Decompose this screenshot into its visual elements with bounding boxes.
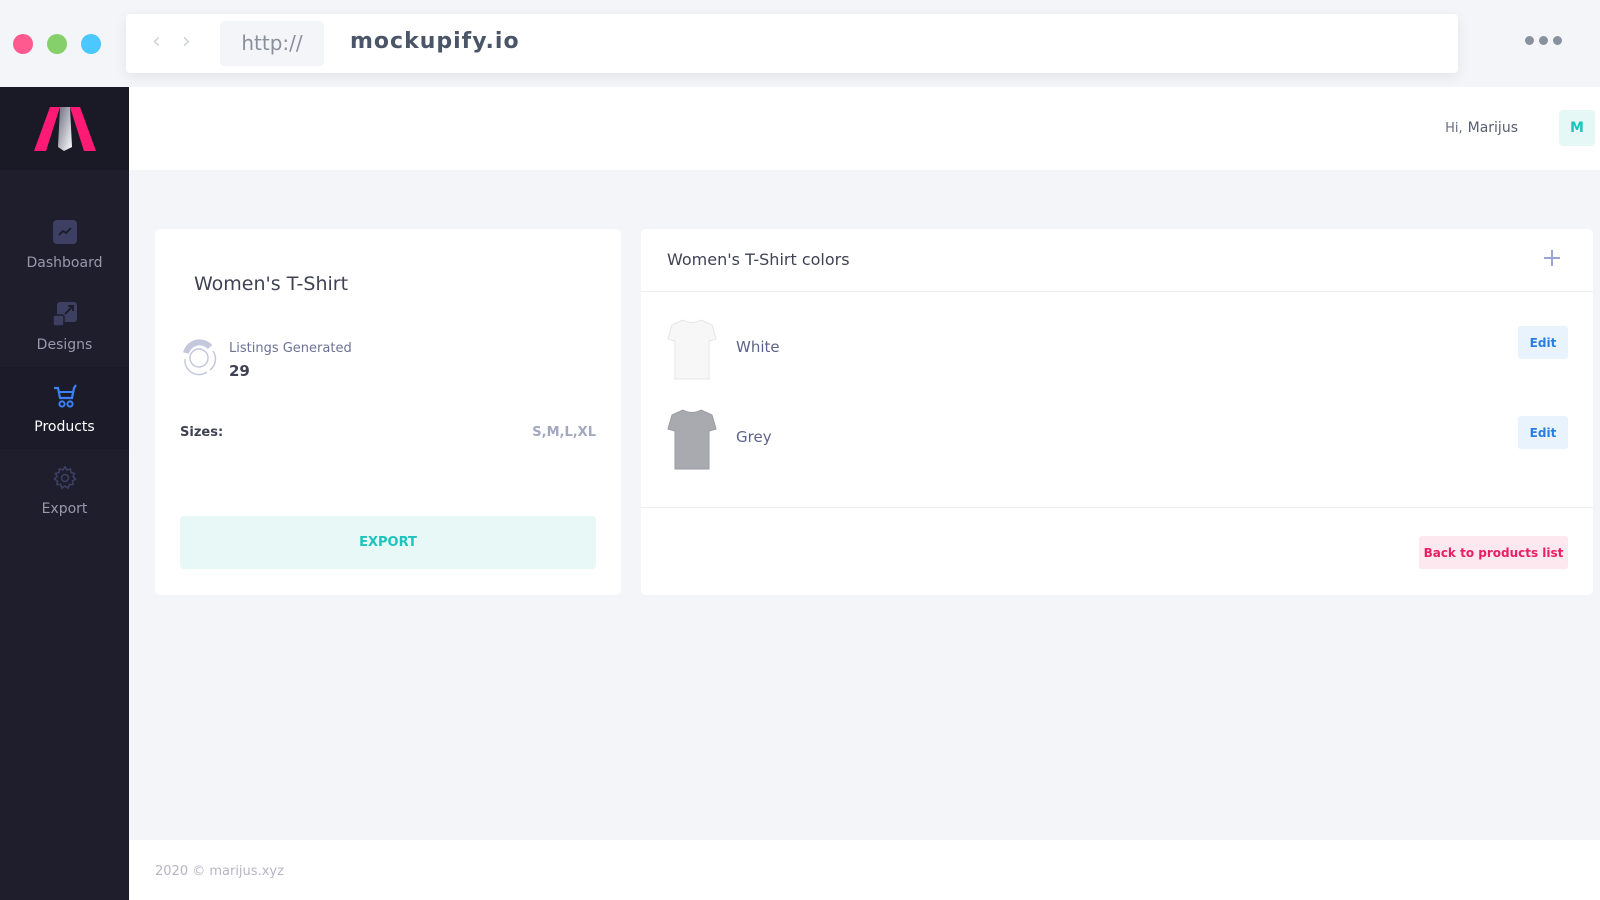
- listings-generated-label: Listings Generated: [229, 341, 352, 356]
- sizes-value: S,M,L,XL: [532, 425, 596, 440]
- sidebar-item-export[interactable]: Export: [0, 449, 129, 531]
- url-domain[interactable]: mockupify.io: [350, 14, 520, 73]
- top-header: Hi, Marijus M: [129, 87, 1600, 170]
- window-close-dot[interactable]: [13, 34, 33, 54]
- colors-card-header: Women's T-Shirt colors: [641, 229, 1593, 292]
- sizes-label: Sizes:: [180, 425, 224, 440]
- url-protocol: http://: [220, 21, 324, 66]
- white-tshirt-image: [666, 317, 718, 385]
- color-name: Grey: [736, 428, 772, 446]
- user-name: Marijus: [1467, 120, 1518, 136]
- sidebar-item-label: Export: [41, 501, 88, 517]
- export-button[interactable]: EXPORT: [180, 516, 596, 569]
- product-summary-card: Women's T-Shirt Listings Generated 29 Si…: [155, 229, 621, 595]
- color-list-item: White Edit: [641, 309, 1593, 389]
- sidebar-nav: Dashboard Designs Products Export: [0, 203, 129, 531]
- address-bar[interactable]: ‹ › http:// mockupify.io: [126, 14, 1458, 73]
- edit-color-button[interactable]: Edit: [1518, 326, 1568, 359]
- grey-tshirt-image: [666, 407, 718, 475]
- divider: [641, 507, 1593, 508]
- add-color-button[interactable]: [1537, 243, 1567, 273]
- window-minimize-dot[interactable]: [81, 34, 101, 54]
- plus-icon: [1544, 250, 1560, 266]
- sidebar: Dashboard Designs Products Export: [0, 87, 129, 900]
- cart-icon: [52, 381, 78, 411]
- gear-icon: [52, 463, 78, 493]
- logo[interactable]: [0, 87, 129, 170]
- edit-color-button[interactable]: Edit: [1518, 416, 1568, 449]
- sidebar-item-dashboard[interactable]: Dashboard: [0, 203, 129, 285]
- user-greeting: Hi, Marijus: [1445, 120, 1518, 136]
- brand-logo-icon: [33, 106, 96, 151]
- trending-up-icon: [52, 217, 77, 247]
- browser-chrome: ‹ › http:// mockupify.io: [0, 0, 1600, 87]
- colors-card-title: Women's T-Shirt colors: [667, 250, 850, 269]
- back-arrow-icon[interactable]: ‹: [152, 29, 161, 54]
- greeting-text: Hi,: [1445, 121, 1463, 136]
- sidebar-item-label: Designs: [36, 337, 93, 353]
- copyright-text: 2020 © marijus.xyz: [155, 864, 284, 879]
- resize-icon: [52, 299, 77, 329]
- color-name: White: [736, 338, 780, 356]
- more-options-icon[interactable]: [1525, 36, 1562, 45]
- page-footer: 2020 © marijus.xyz: [129, 840, 1600, 900]
- listings-chart-icon: [180, 339, 218, 381]
- color-list-item: Grey Edit: [641, 399, 1593, 479]
- forward-arrow-icon[interactable]: ›: [182, 29, 191, 54]
- sidebar-item-label: Products: [34, 419, 95, 435]
- window-maximize-dot[interactable]: [47, 34, 67, 54]
- listings-generated-value: 29: [229, 362, 250, 380]
- product-title: Women's T-Shirt: [194, 273, 349, 295]
- product-colors-card: Women's T-Shirt colors White Edit Grey E…: [641, 229, 1593, 595]
- sidebar-item-designs[interactable]: Designs: [0, 285, 129, 367]
- avatar[interactable]: M: [1559, 110, 1595, 146]
- sidebar-item-products[interactable]: Products: [0, 367, 129, 449]
- back-to-products-button[interactable]: Back to products list: [1419, 536, 1568, 569]
- sidebar-item-label: Dashboard: [26, 255, 103, 271]
